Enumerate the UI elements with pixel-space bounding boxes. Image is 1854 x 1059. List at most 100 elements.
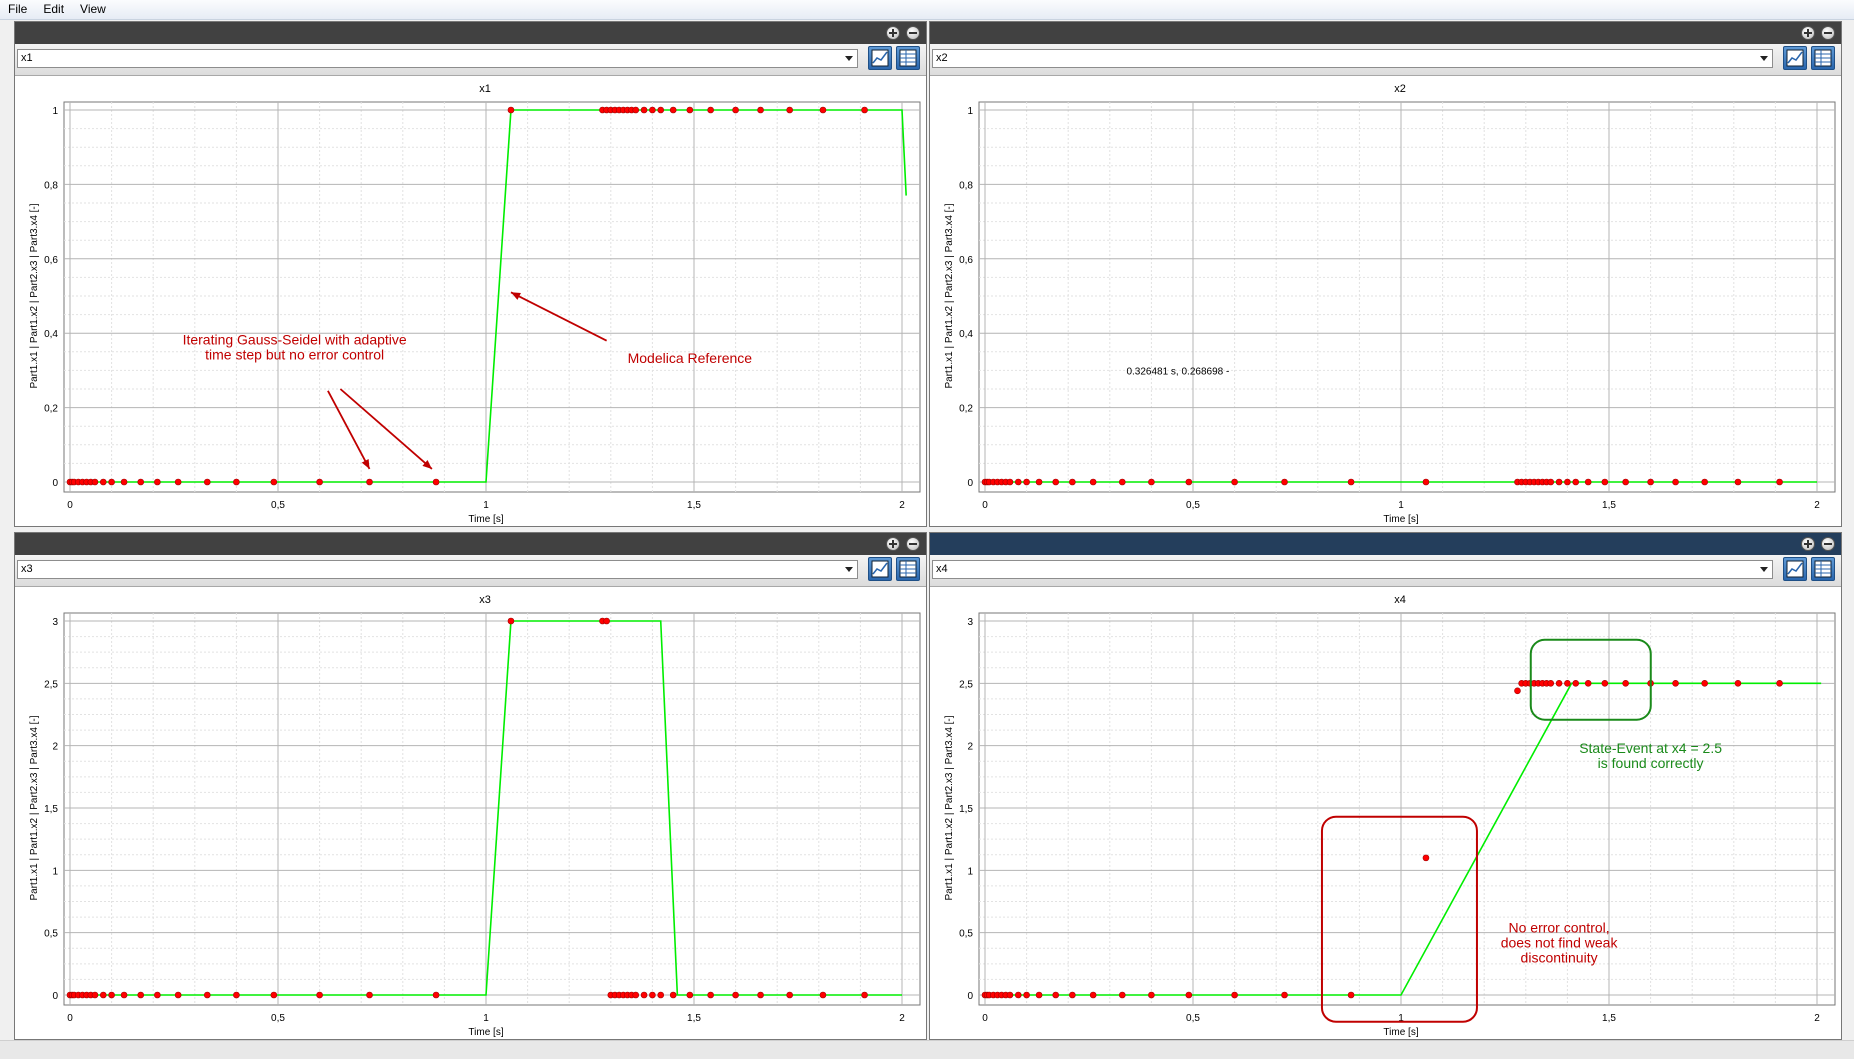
sample-point: [1148, 478, 1155, 486]
sample-point: [91, 991, 99, 999]
x-tick-label: 1,5: [687, 1013, 701, 1024]
menu-edit[interactable]: Edit: [35, 0, 72, 19]
sample-point: [732, 991, 739, 999]
chevron-down-icon[interactable]: [845, 56, 853, 61]
y-tick-label: 0,2: [44, 404, 58, 415]
annotation-text: Modelica Reference: [628, 350, 753, 366]
sample-point: [1547, 478, 1555, 486]
x-tick-label: 1: [1398, 500, 1404, 511]
table-view-icon[interactable]: [896, 557, 920, 581]
remove-plot-icon[interactable]: [1821, 537, 1835, 551]
sample-point: [640, 106, 648, 114]
y-tick-label: 0: [52, 478, 58, 489]
chart-view-icon[interactable]: [1783, 557, 1807, 581]
x-tick-label: 2: [899, 1013, 905, 1024]
sample-point: [91, 478, 99, 486]
sample-point: [1052, 478, 1060, 486]
sample-point: [861, 991, 868, 999]
sample-point: [757, 106, 764, 114]
plot-area[interactable]: 0 0,5 1 1,5 2 0 0,5 1 1,5 2 2,5 3 x4 Time [s] Part1.x1…: [930, 587, 1841, 1039]
sample-point: [1347, 478, 1355, 486]
chart-view-icon[interactable]: [868, 46, 892, 70]
sample-point: [137, 478, 145, 486]
sample-point: [316, 478, 323, 486]
sample-point: [432, 991, 440, 999]
sample-point: [707, 106, 714, 114]
panel-title-bar[interactable]: [930, 533, 1841, 555]
sample-point: [1701, 680, 1708, 687]
variable-selector-value: x2: [936, 52, 948, 64]
y-tick-label: 0,2: [959, 404, 973, 415]
chart-view-icon[interactable]: [1783, 46, 1807, 70]
variable-selector[interactable]: x3: [17, 560, 858, 579]
x-tick-label: 0,5: [1186, 1013, 1200, 1024]
sample-point: [507, 617, 515, 625]
sample-point: [1584, 680, 1592, 687]
chevron-down-icon[interactable]: [1760, 567, 1768, 572]
x-tick-label: 1,5: [1602, 500, 1616, 511]
plot-panel-x1: x1 0 0,5 1 1,5 2 0 0,2 0,4 0,6 0,8 1 x1 Time [s] Part1…: [14, 21, 927, 527]
menu-view[interactable]: View: [72, 0, 114, 19]
sample-point: [1069, 991, 1076, 999]
plot-area[interactable]: 0 0,5 1 1,5 2 0 0,5 1 1,5 2 2,5 3 x3 Time [s] Part1.x1…: [15, 587, 926, 1039]
y-tick-label: 0,4: [44, 329, 58, 340]
sample-point: [1584, 478, 1592, 486]
sample-point: [99, 991, 107, 999]
sample-point: [1601, 680, 1609, 687]
table-view-icon[interactable]: [1811, 46, 1835, 70]
annotation-text: time step but no error control: [205, 346, 384, 362]
sample-point: [1701, 478, 1708, 486]
sample-point: [649, 991, 656, 999]
plot-area[interactable]: 0 0,5 1 1,5 2 0 0,2 0,4 0,6 0,8 1 x1 Time [s] Part1.x…: [15, 76, 926, 526]
add-plot-icon[interactable]: [886, 537, 900, 551]
menu-bar: File Edit View: [0, 0, 1854, 20]
y-tick-label: 1,5: [959, 804, 973, 815]
sample-point: [1089, 478, 1097, 486]
y-tick-label: 2,5: [959, 679, 973, 690]
add-plot-icon[interactable]: [886, 26, 900, 40]
sample-point: [270, 478, 278, 486]
sample-point: [1622, 680, 1629, 687]
chart-view-icon[interactable]: [868, 557, 892, 581]
sample-point: [233, 478, 240, 486]
variable-selector[interactable]: x4: [932, 560, 1773, 579]
variable-selector[interactable]: x2: [932, 49, 1773, 68]
sample-point: [1734, 478, 1742, 486]
sample-point: [819, 106, 827, 114]
sample-point: [1006, 991, 1014, 999]
panel-title-bar[interactable]: [930, 22, 1841, 44]
sample-point: [154, 478, 161, 486]
sample-point: [366, 991, 373, 999]
sample-point: [1572, 680, 1580, 687]
table-view-icon[interactable]: [896, 46, 920, 70]
chevron-down-icon[interactable]: [1760, 56, 1768, 61]
plot-frame: [978, 612, 1836, 1006]
table-view-icon[interactable]: [1811, 557, 1835, 581]
menu-file[interactable]: File: [0, 0, 35, 19]
add-plot-icon[interactable]: [1801, 537, 1815, 551]
plot-toolbar: x3: [15, 555, 926, 587]
sample-point: [432, 478, 440, 486]
x-tick-label: 0: [982, 1013, 988, 1024]
plot-area[interactable]: 0 0,5 1 1,5 2 0 0,2 0,4 0,6 0,8 1 x2 Time [s] Part1.x…: [930, 76, 1841, 526]
remove-plot-icon[interactable]: [906, 26, 920, 40]
chart-title: x4: [1394, 594, 1406, 606]
x-tick-label: 1: [483, 1013, 489, 1024]
sample-point: [861, 106, 868, 114]
remove-plot-icon[interactable]: [1821, 26, 1835, 40]
variable-selector[interactable]: x1: [17, 49, 858, 68]
sample-point: [99, 478, 107, 486]
sample-point: [1672, 478, 1679, 486]
sample-point: [507, 106, 515, 114]
panel-title-bar[interactable]: [15, 22, 926, 44]
panel-title-bar[interactable]: [15, 533, 926, 555]
sample-point: [1118, 991, 1126, 999]
x-axis-label: Time [s]: [468, 514, 503, 525]
remove-plot-icon[interactable]: [906, 537, 920, 551]
y-tick-label: 0,8: [44, 180, 58, 191]
sample-point: [120, 478, 128, 486]
sample-point: [1052, 991, 1060, 999]
sample-point: [732, 106, 739, 114]
add-plot-icon[interactable]: [1801, 26, 1815, 40]
chevron-down-icon[interactable]: [845, 567, 853, 572]
